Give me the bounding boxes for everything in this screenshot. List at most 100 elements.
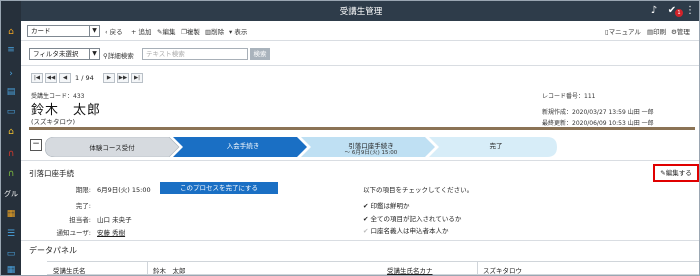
- app-window: ⌂ ≡ › ▤ ▭ ⌂ ∩ ∩ グル ▦ ☰ ▭ ▦ 受講生管理 ♪ ✔ 1 ⋮…: [0, 0, 700, 276]
- edit-label: 編集: [162, 28, 176, 36]
- building-icon[interactable]: ⌂: [3, 125, 19, 139]
- title-bar: 受講生管理 ♪ ✔ 1 ⋮: [21, 1, 699, 21]
- detail-search-label: 詳細検索: [107, 52, 134, 60]
- search-placeholder: テキスト検索: [146, 50, 185, 58]
- data-panel-title: データパネル: [29, 246, 77, 255]
- divider: [21, 65, 699, 66]
- table-row: 受講生氏名 鈴木 太郎 受講生氏名カナ スズキタロウ: [47, 261, 699, 275]
- search-input[interactable]: テキスト検索: [142, 48, 248, 60]
- header-separator: [29, 127, 695, 130]
- filter-select-value: フィルタ未選択: [33, 50, 79, 58]
- checklist-text: 全ての項目が記入されているか: [370, 215, 462, 223]
- table-icon[interactable]: ▦: [3, 263, 19, 275]
- unchecked-icon: ✔: [363, 227, 371, 235]
- notify-label: 通知ユーザ:: [56, 229, 91, 237]
- updated-info: 最終更新：2020/06/09 10:53 山田 一郎: [542, 120, 654, 127]
- admin-button[interactable]: ⚙管理: [671, 26, 690, 36]
- support-icon[interactable]: ∩: [3, 167, 19, 181]
- toolbar: カード ▼ ‹ 戻る + 追加 ✎編集 ❐複製 ▥削除 ▾ 表示 ▯マニュアル …: [21, 21, 699, 41]
- home-icon[interactable]: ⌂: [3, 25, 19, 39]
- notify-user-link[interactable]: 安藤 秀樹: [97, 227, 125, 237]
- divider: [21, 240, 699, 241]
- created-info: 新規作成：2020/03/27 13:59 山田 一郎: [542, 109, 654, 116]
- more-icon[interactable]: ⋮: [683, 4, 697, 18]
- step-label: 体験コース受付: [89, 144, 135, 152]
- checkmark-icon: ✔: [363, 215, 371, 223]
- display-label: 表示: [234, 28, 248, 36]
- manual-button[interactable]: ▯マニュアル: [605, 26, 641, 36]
- delete-button[interactable]: ▥削除: [205, 26, 224, 36]
- group-label[interactable]: グル: [3, 187, 19, 201]
- value-student-kana: スズキタロウ: [483, 267, 522, 275]
- label-student-name: 受講生氏名: [53, 267, 86, 275]
- page-position: 1 / 94: [75, 74, 94, 82]
- next-page-icon[interactable]: ▶: [103, 73, 115, 83]
- cell-divider: [147, 262, 148, 274]
- edit-button[interactable]: ✎編集する: [653, 164, 699, 182]
- print-label: 印刷: [653, 28, 667, 36]
- prev-fast-icon[interactable]: ◀◀: [45, 73, 57, 83]
- headset-icon[interactable]: ∩: [3, 147, 19, 161]
- last-page-icon[interactable]: ▶|: [131, 73, 143, 83]
- filter-row: フィルタ未選択 ▼ ⚲詳細検索 テキスト検索 検索: [21, 42, 699, 65]
- step-label: 入会手続き: [226, 142, 260, 150]
- manual-label: マニュアル: [608, 28, 641, 36]
- calendar-icon[interactable]: ▦: [3, 207, 19, 221]
- search-button[interactable]: 検索: [250, 48, 270, 60]
- check-intro: 以下の項目をチェックしてください。: [363, 186, 474, 194]
- edit-toolbar-button[interactable]: ✎編集: [157, 26, 175, 36]
- step-complete[interactable]: 完了: [435, 137, 557, 157]
- back-label: 戻る: [109, 28, 123, 36]
- cell-divider: [477, 262, 478, 274]
- step-enrollment[interactable]: 入会手続き: [179, 137, 307, 157]
- record-number: レコード番号：111: [542, 93, 596, 100]
- step-debit-account[interactable]: 引落口座手続き ～ 6月9日(火) 15:00: [307, 137, 435, 157]
- bell-icon[interactable]: ♪: [647, 4, 661, 18]
- checkmark-icon: ✔: [363, 202, 371, 210]
- add-button[interactable]: + 追加: [131, 26, 152, 36]
- label-student-kana: 受講生氏名カナ: [387, 267, 433, 275]
- complete-process-button[interactable]: このプロセスを完了にする: [160, 182, 278, 194]
- plus-icon: +: [131, 28, 139, 36]
- filter-select[interactable]: フィルタ未選択 ▼: [29, 48, 100, 60]
- message-icon[interactable]: ▭: [3, 247, 19, 261]
- assignee-label: 担当者:: [69, 216, 91, 224]
- view-select[interactable]: カード ▼: [27, 25, 100, 37]
- back-button[interactable]: ‹ 戻る: [105, 26, 123, 36]
- task-title: 引落口座手続: [29, 169, 74, 178]
- task-panel: 引落口座手続 ✎編集する 期限: 6月9日(火) 15:00 このプロセスを完了…: [21, 161, 699, 275]
- step-deadline: ～ 6月9日(火) 15:00: [344, 150, 398, 156]
- list-icon[interactable]: ☰: [3, 227, 19, 241]
- first-page-icon[interactable]: |◀: [31, 73, 43, 83]
- delete-label: 削除: [211, 28, 225, 36]
- checklist-item[interactable]: ✔ 全ての項目が記入されているか: [363, 213, 461, 223]
- detail-search-button[interactable]: ⚲詳細検索: [103, 50, 134, 60]
- view-select-value: カード: [31, 27, 51, 35]
- checklist-item[interactable]: ✔ 印鑑は鮮明か: [363, 200, 410, 210]
- next-fast-icon[interactable]: ▶▶: [117, 73, 129, 83]
- deadline-label: 期限:: [75, 186, 91, 194]
- copy-label: 複製: [186, 28, 200, 36]
- left-rail: ⌂ ≡ › ▤ ▭ ⌂ ∩ ∩ グル ▦ ☰ ▭ ▦: [1, 1, 21, 275]
- chat-icon[interactable]: ▭: [3, 105, 19, 119]
- student-kana: (スズキタロウ): [31, 118, 76, 126]
- document-icon[interactable]: ▤: [3, 85, 19, 99]
- deadline-value: 6月9日(火) 15:00: [97, 186, 151, 194]
- collapse-button[interactable]: −: [30, 139, 42, 151]
- prev-page-icon[interactable]: ◀: [59, 73, 71, 83]
- copy-button[interactable]: ❐複製: [181, 26, 200, 36]
- add-label: 追加: [138, 28, 152, 36]
- chevron-down-icon: ▼: [89, 49, 99, 59]
- expand-icon[interactable]: ›: [3, 67, 19, 81]
- notification-badge: 1: [675, 9, 683, 17]
- step-label: 完了: [489, 142, 503, 150]
- step-trial-reception[interactable]: 体験コース受付: [45, 137, 179, 157]
- database-icon[interactable]: ≡: [3, 43, 19, 57]
- app-title: 受講生管理: [339, 7, 383, 17]
- value-student-name: 鈴木 太郎: [153, 267, 186, 275]
- print-button[interactable]: ▤印刷: [647, 26, 666, 36]
- assignee-value: 山口 未央子: [97, 216, 132, 224]
- checklist-item[interactable]: ✔ 口座名義人は申込者本人か: [363, 225, 449, 235]
- display-button[interactable]: ▾ 表示: [229, 26, 247, 36]
- checklist-text: 口座名義人は申込者本人か: [370, 227, 449, 235]
